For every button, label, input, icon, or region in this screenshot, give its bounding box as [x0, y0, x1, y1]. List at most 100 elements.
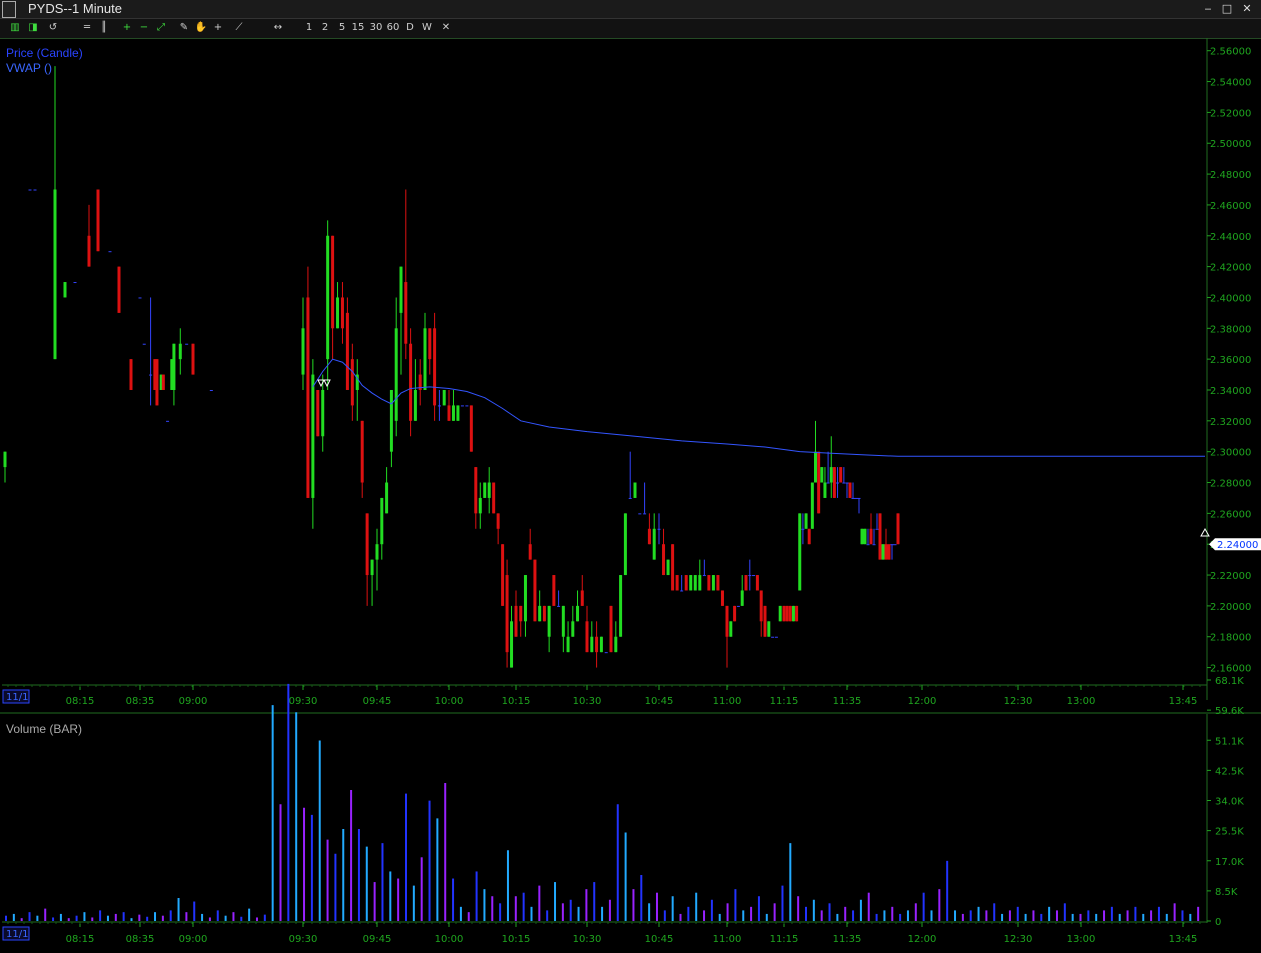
minimize-button[interactable]: ‒	[1200, 1, 1216, 17]
candle-body	[547, 605, 551, 637]
zoom-in-icon[interactable]: +	[120, 20, 134, 36]
volume-time-tick-label: 09:30	[289, 934, 318, 945]
volume-tick-label: 59.6K	[1215, 706, 1244, 717]
candle-body	[771, 636, 775, 638]
candle-body	[680, 590, 684, 592]
fit-icon[interactable]: ⤢	[154, 20, 168, 36]
price-legend[interactable]: Price (Candle)	[6, 46, 83, 60]
candle-body	[869, 528, 873, 545]
candle-body	[533, 559, 537, 622]
candle-body	[161, 374, 165, 390]
vwap-legend[interactable]: VWAP ()	[6, 61, 52, 75]
candle-body	[729, 621, 733, 637]
price-time-tick-label: 09:00	[179, 696, 208, 707]
candle-body	[881, 544, 885, 560]
zoom-out-icon[interactable]: −	[137, 20, 151, 36]
interval-button-1[interactable]: 1	[302, 20, 316, 36]
hand-icon[interactable]: ✋	[194, 20, 208, 36]
volume-tick-label: 0	[1215, 917, 1221, 928]
candle-body	[451, 405, 455, 421]
candle-body	[823, 482, 827, 498]
interval-button-30[interactable]: 30	[369, 20, 383, 36]
candle-body	[798, 513, 802, 591]
price-tick-label: 2.28000	[1210, 479, 1251, 490]
draw-icon[interactable]: ✎	[177, 20, 191, 36]
candle-body	[863, 528, 867, 545]
candle-body	[785, 605, 789, 622]
candle-body	[839, 467, 843, 483]
chart-type-icon[interactable]: ▥	[8, 20, 22, 36]
price-time-tick-label: 10:30	[573, 696, 602, 707]
interval-button-60[interactable]: 60	[386, 20, 400, 36]
pan-arrows-icon[interactable]: ↔	[271, 20, 285, 36]
candle-body	[671, 544, 675, 591]
price-tick-label: 2.30000	[1210, 448, 1251, 459]
candle-body	[619, 575, 623, 637]
close-button[interactable]: ✕	[1239, 1, 1255, 17]
candle-body	[633, 482, 637, 498]
interval-button-W[interactable]: W	[420, 20, 434, 36]
candle-body	[810, 482, 814, 529]
price-tick-label: 2.36000	[1210, 355, 1251, 366]
candle-body	[465, 405, 469, 407]
volume-tick-label: 25.5K	[1215, 827, 1244, 838]
candle-body	[3, 451, 7, 468]
candle-body	[609, 605, 613, 653]
volume-tick-label: 42.5K	[1215, 766, 1244, 777]
sell-marker-icon	[323, 379, 331, 388]
candle-body	[725, 605, 729, 637]
candle-body	[155, 359, 159, 406]
volume-time-tick-label: 10:45	[645, 934, 674, 945]
candle-body	[590, 636, 594, 653]
candle-body	[336, 297, 340, 329]
price-tick-label: 2.20000	[1210, 602, 1251, 613]
candle-body	[523, 575, 527, 622]
candle-body	[389, 389, 393, 452]
refresh-icon[interactable]: ↺	[46, 20, 60, 36]
price-time-tick-label: 10:00	[435, 696, 464, 707]
vertical-split-icon[interactable]: ║	[97, 20, 111, 36]
candle-body	[890, 544, 894, 546]
candle-body	[514, 605, 518, 637]
volume-legend[interactable]: Volume (BAR)	[6, 722, 82, 736]
candle-body	[510, 621, 514, 668]
clear-button[interactable]: ✕	[440, 20, 452, 36]
candle-body	[814, 451, 817, 483]
candle-body	[842, 482, 846, 484]
candle-body	[483, 482, 487, 498]
candle-body	[707, 575, 711, 591]
crosshair-icon[interactable]: +	[211, 20, 225, 36]
volume-time-tick-label: 10:30	[573, 934, 602, 945]
candle-body	[496, 513, 500, 529]
interval-button-15[interactable]: 15	[351, 20, 365, 36]
volume-time-tick-label: 11:35	[833, 934, 862, 945]
candle-body	[505, 575, 509, 653]
horizontal-split-icon[interactable]: ═	[80, 20, 94, 36]
interval-button-2[interactable]: 2	[318, 20, 332, 36]
candle-body	[887, 544, 891, 560]
volume-tick-label: 34.0K	[1215, 797, 1244, 808]
trendline-icon[interactable]: ⟋	[232, 20, 246, 36]
candle-body	[423, 328, 427, 390]
candle-body	[129, 359, 133, 390]
candle-body	[340, 297, 344, 329]
study-icon[interactable]: ◨	[26, 20, 40, 36]
candle-body	[306, 297, 310, 498]
interval-button-D[interactable]: D	[403, 20, 417, 36]
candle-body	[684, 575, 688, 591]
candle-body	[836, 482, 840, 484]
price-time-tick-label: 08:15	[66, 696, 95, 707]
candle-body	[702, 575, 706, 577]
interval-button-5[interactable]: 5	[335, 20, 349, 36]
candle-body	[623, 513, 627, 576]
maximize-button[interactable]: □	[1219, 1, 1235, 17]
candle-body	[744, 575, 748, 591]
candle-body	[370, 559, 374, 576]
candle-body	[791, 605, 795, 622]
candle-body	[599, 636, 603, 653]
candle-body	[542, 605, 546, 622]
app-logo-icon	[2, 1, 16, 18]
candle-body	[399, 266, 403, 313]
candle-body	[178, 343, 182, 360]
volume-time-tick-label: 08:15	[66, 934, 95, 945]
